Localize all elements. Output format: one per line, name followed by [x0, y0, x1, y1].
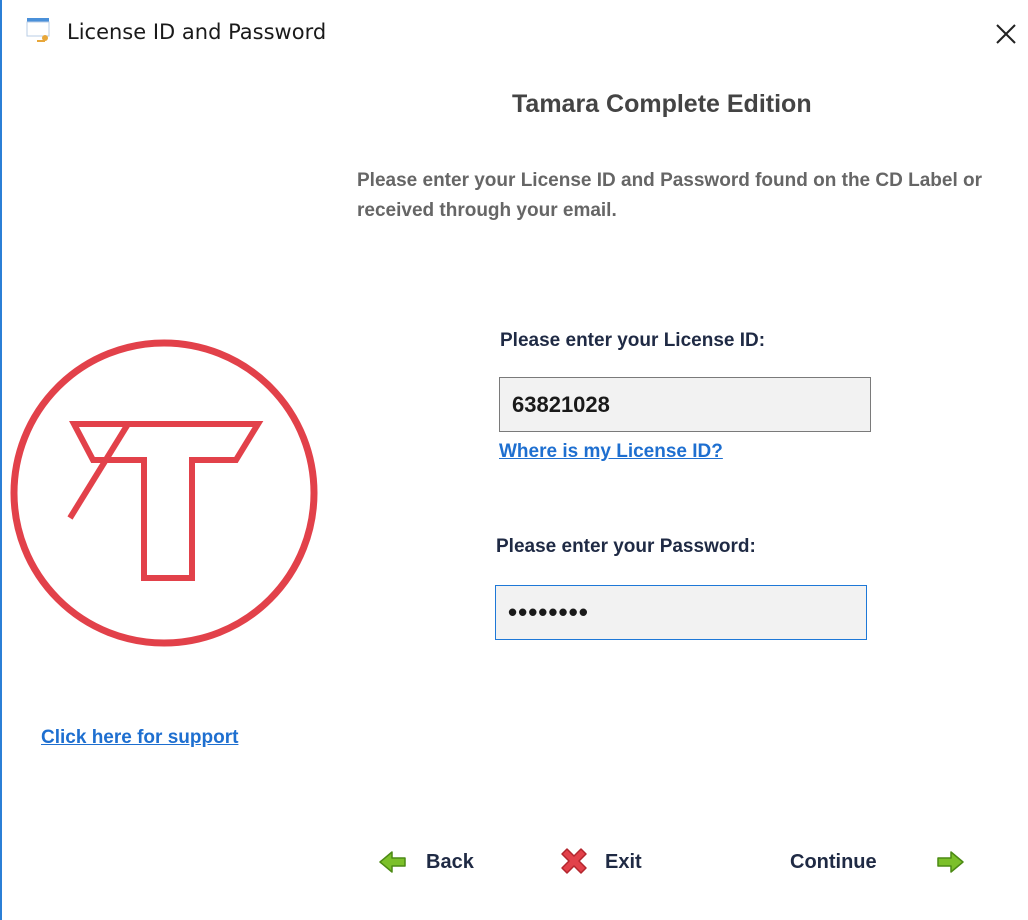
where-is-license-link[interactable]: Where is my License ID? — [499, 441, 723, 463]
arrow-right-icon — [936, 851, 964, 873]
arrow-left-icon — [379, 851, 406, 873]
exit-button[interactable]: Exit — [557, 840, 642, 884]
exit-button-label: Exit — [605, 850, 642, 873]
red-x-icon — [561, 848, 587, 874]
continue-button[interactable]: Continue — [790, 840, 965, 884]
password-label: Please enter your Password: — [496, 536, 756, 557]
license-id-label: Please enter your License ID: — [500, 330, 766, 351]
tamara-logo — [10, 339, 318, 647]
back-button-label: Back — [426, 850, 474, 873]
instructions-text: Please enter your License ID and Passwor… — [357, 170, 983, 221]
license-dialog: License ID and Password Tamara Complete … — [0, 0, 1028, 920]
close-icon[interactable] — [990, 18, 1022, 50]
window-left-border — [0, 0, 2, 920]
window-key-icon — [26, 18, 50, 42]
password-input[interactable] — [495, 585, 867, 640]
continue-button-label: Continue — [790, 850, 877, 873]
back-button[interactable]: Back — [378, 840, 474, 884]
license-id-input[interactable] — [499, 377, 871, 432]
window-title: License ID and Password — [67, 20, 327, 44]
product-title: Tamara Complete Edition — [512, 90, 812, 118]
support-link[interactable]: Click here for support — [41, 727, 238, 749]
